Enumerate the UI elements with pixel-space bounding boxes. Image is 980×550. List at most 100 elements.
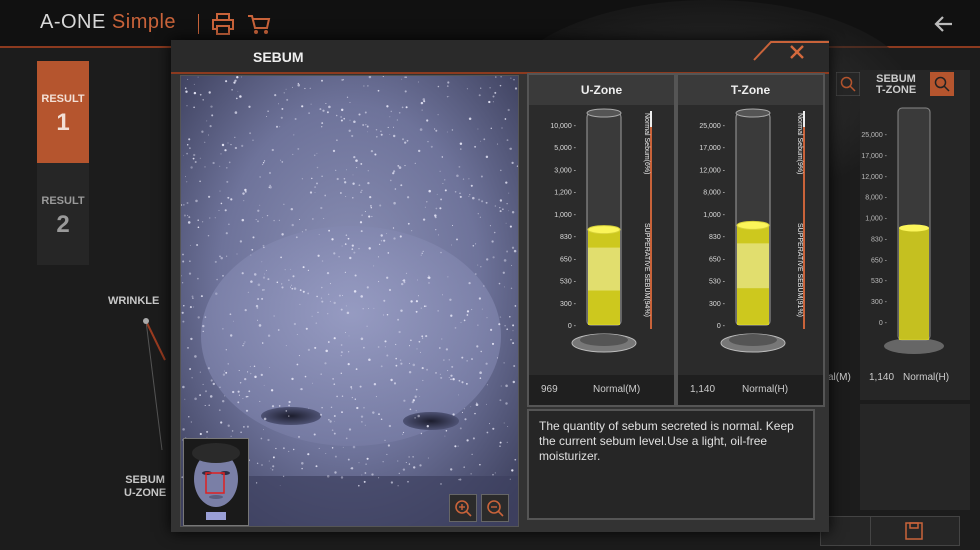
pore-dot [279, 126, 281, 128]
app-brand: A-ONE Simple [40, 11, 176, 34]
pore-dot [396, 119, 398, 121]
background-grade-fragment: al(M) [828, 372, 851, 383]
pore-dot [267, 110, 269, 113]
pore-dot [189, 260, 191, 262]
pore-dot [311, 315, 313, 317]
tab-result-1[interactable]: RESULT 1 [37, 61, 89, 163]
pore-dot [483, 138, 486, 141]
pore-dot [426, 425, 429, 428]
pore-dot [360, 191, 362, 193]
close-icon[interactable] [777, 42, 817, 66]
pore-dot [459, 192, 461, 194]
background-tzone-gauge: 25,000 - 17,000 - 12,000 - 8,000 - 1,000 - 83… [861, 107, 944, 354]
pore-dot [492, 95, 495, 98]
pore-dot [477, 213, 479, 215]
pore-dot [475, 243, 477, 245]
pore-dot [452, 377, 455, 381]
pore-dot [486, 258, 489, 261]
pore-dot [244, 341, 246, 343]
pore-dot [428, 282, 430, 284]
pore-dot [365, 463, 367, 465]
pore-dot [503, 286, 505, 288]
pore-dot [278, 103, 280, 105]
pore-dot [295, 236, 298, 239]
pore-dot [273, 315, 275, 317]
pore-dot [261, 163, 264, 166]
save-button[interactable] [870, 516, 960, 546]
pore-dot [311, 177, 313, 180]
pore-dot [212, 161, 215, 165]
scale-tick-label: 1,000 - [865, 216, 887, 223]
toolbar-divider [198, 14, 199, 34]
pore-dot [256, 462, 259, 465]
zoom-in-button[interactable] [449, 494, 477, 522]
pore-dot [186, 143, 189, 146]
pore-dot [250, 254, 252, 256]
pore-dot [486, 431, 489, 434]
pore-dot [309, 191, 313, 194]
pore-dot [360, 230, 363, 233]
pore-dot [506, 203, 508, 205]
pore-dot [509, 315, 511, 318]
pore-dot [259, 400, 261, 402]
printer-icon[interactable] [210, 12, 236, 36]
pore-dot [187, 78, 189, 80]
skin-image-panel[interactable] [180, 75, 519, 527]
pore-dot [351, 397, 353, 399]
pore-dot [367, 170, 369, 172]
pore-dot [257, 220, 259, 223]
pore-dot [355, 159, 358, 162]
pore-dot [197, 316, 200, 319]
zoom-out-button[interactable] [481, 494, 509, 522]
search-icon[interactable] [930, 72, 954, 96]
pore-dot [326, 271, 330, 275]
pore-dot [514, 458, 517, 461]
pore-dot [207, 234, 210, 237]
uzone-gauge: 10,000 - 5,000 - 3,000 - 1,200 - 1,000 - 830 … [550, 108, 652, 353]
pore-dot [194, 397, 197, 401]
pore-dot [489, 328, 493, 332]
scale-tick-label: 10,000 - [550, 123, 576, 130]
face-thumbnail[interactable] [183, 438, 249, 526]
back-arrow-icon[interactable] [932, 12, 956, 36]
pore-dot [309, 87, 311, 89]
pore-dot [263, 384, 265, 386]
scale-tick-label: 530 - [871, 278, 888, 285]
pore-dot [218, 210, 220, 211]
pore-dot [491, 342, 495, 345]
pore-dot [269, 184, 271, 187]
pore-dot [380, 240, 383, 242]
pore-dot [354, 274, 357, 277]
pore-dot [184, 398, 186, 400]
pore-dot [262, 162, 265, 164]
pore-dot [256, 319, 259, 321]
pore-dot [291, 284, 292, 286]
pore-dot [412, 466, 416, 469]
pore-dot [456, 174, 459, 178]
tzone-gauge-panel: T-Zone 25,000 - 17,000 - 12,000 - 8,000 - 1,… [676, 73, 825, 407]
pore-dot [193, 83, 195, 85]
pore-dot [231, 430, 234, 432]
sebum-fill-surface [587, 225, 621, 235]
pore-dot [384, 439, 386, 441]
cart-icon[interactable] [246, 12, 272, 36]
pore-dot [384, 346, 386, 348]
pore-dot [242, 344, 244, 347]
search-icon[interactable] [836, 72, 860, 96]
pore-dot [423, 100, 426, 103]
pore-dot [463, 408, 465, 410]
pore-dot [458, 479, 460, 481]
pore-dot [372, 411, 375, 414]
pore-dot [386, 105, 389, 108]
pore-dot [503, 422, 505, 424]
pore-dot [262, 276, 266, 279]
pore-dot [265, 269, 267, 271]
pore-dot [248, 390, 251, 393]
pore-dot [464, 418, 467, 421]
tab-result-2[interactable]: RESULT 2 [37, 163, 89, 265]
pore-dot [261, 289, 264, 291]
pore-dot [352, 197, 354, 199]
pore-dot [314, 192, 316, 193]
scale-tick-label: 300 - [709, 301, 726, 308]
pore-dot [184, 87, 187, 89]
